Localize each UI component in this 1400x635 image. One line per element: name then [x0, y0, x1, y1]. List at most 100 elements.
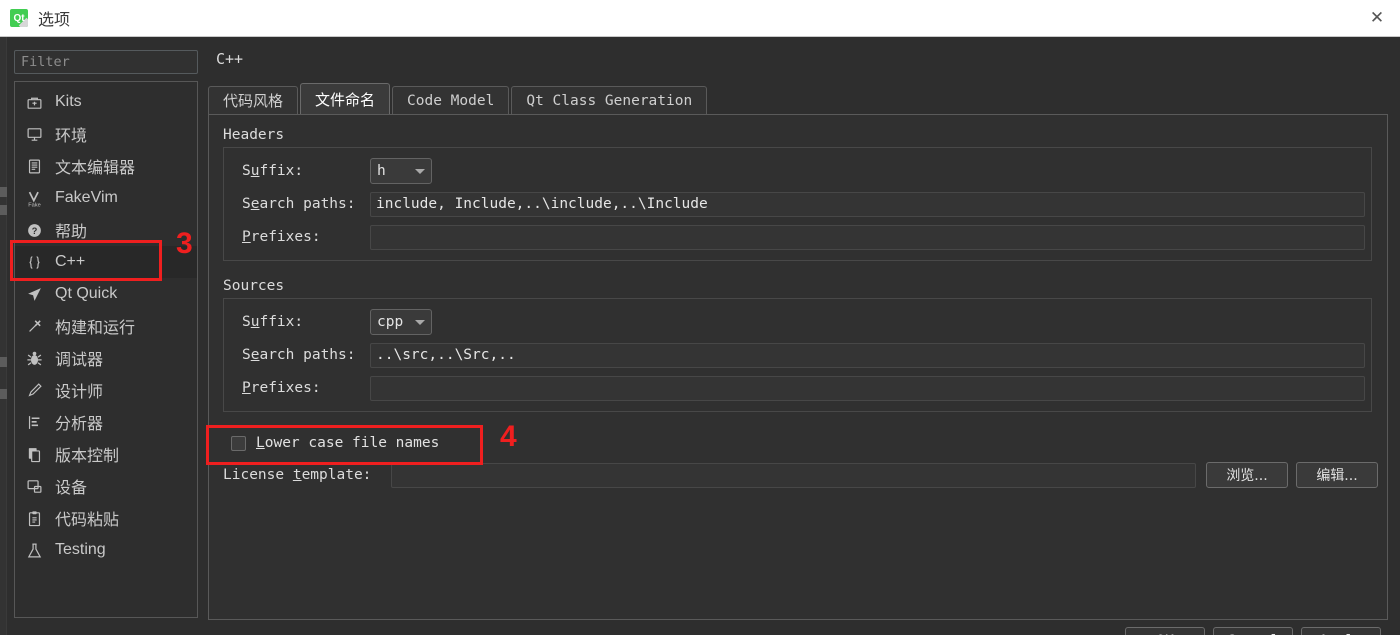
headers-suffix-label: Suffix:	[242, 163, 304, 179]
tab-bar: 代码风格 文件命名 Code Model Qt Class Generation	[208, 83, 709, 114]
chevron-down-icon	[415, 168, 425, 174]
bar-chart-icon	[22, 412, 46, 432]
sidebar-item-label: C++	[55, 253, 86, 270]
lower-case-file-names-checkbox[interactable]: Lower case file names	[231, 430, 439, 456]
sources-prefixes-input[interactable]	[370, 375, 1365, 401]
edit-button[interactable]: 编辑...	[1296, 462, 1378, 488]
headers-prefixes-input[interactable]	[370, 224, 1365, 250]
page-title: C++	[216, 50, 244, 68]
content-pane: C++ 代码风格 文件命名 Code Model Qt Class Generatio…	[206, 50, 1390, 620]
svg-text:?: ?	[31, 226, 37, 236]
headers-suffix-value: h	[377, 163, 386, 179]
checkbox-box-icon	[231, 435, 246, 451]
sidebar-item-[interactable]: 调试器	[15, 342, 197, 374]
pencil-icon	[22, 380, 46, 400]
sources-search-paths-label: Search paths:	[242, 347, 356, 363]
headers-suffix-row: Suffix: h	[224, 158, 1371, 184]
sidebar-item-label: 设备	[55, 480, 88, 497]
options-dialog: Qt 选项 ✕ Kits 环境文本编辑器 Fake FakeVim? 帮助 C++ Qt Q…	[0, 0, 1400, 635]
sidebar-item-label: 帮助	[55, 224, 88, 241]
help-question-icon: ?	[22, 220, 46, 240]
tab-3[interactable]: Code Model	[392, 86, 510, 114]
settings-category-list: Kits 环境 文本编辑器 Fake FakeVim? 帮助 C++ Qt Quick 构建和运…	[14, 81, 198, 618]
sidebar-item-label: FakeVim	[55, 189, 118, 206]
hammer-icon	[22, 316, 46, 336]
sidebar-item-label: Qt Quick	[55, 285, 118, 302]
qt-logo-text: Qt	[13, 12, 25, 24]
sidebar-item-kits[interactable]: Kits	[15, 86, 197, 118]
sources-suffix-label: Suffix:	[242, 314, 304, 330]
clipboard-icon	[22, 508, 46, 528]
headers-group-title: Headers	[223, 127, 285, 143]
copy-pages-icon	[22, 444, 46, 464]
sidebar-item-label: Testing	[55, 541, 106, 558]
sources-suffix-combobox[interactable]: cpp	[370, 309, 432, 335]
sidebar: Kits 环境文本编辑器 Fake FakeVim? 帮助 C++ Qt Quick 构建和运…	[14, 50, 198, 620]
title-bar: Qt 选项 ✕	[0, 0, 1400, 37]
sources-group: Sources Suffix: cpp Search paths: ..\src…	[223, 278, 1372, 412]
fakevim-icon: Fake	[22, 188, 46, 208]
sidebar-item-[interactable]: 设计师	[15, 374, 197, 406]
sidebar-item-label: 分析器	[55, 416, 104, 433]
close-icon[interactable]: ✕	[1354, 0, 1400, 36]
headers-suffix-combobox[interactable]: h	[370, 158, 432, 184]
tab-panel-file-naming: Headers Suffix: h Search paths: include,…	[208, 114, 1388, 620]
lower-case-file-names-label: Lower case file names	[256, 435, 440, 451]
tab-4[interactable]: Qt Class Generation	[511, 86, 708, 114]
sidebar-item-[interactable]: 版本控制	[15, 438, 197, 470]
kits-icon	[22, 92, 46, 112]
headers-prefixes-label: Prefixes:	[242, 229, 321, 245]
sidebar-item-[interactable]: 构建和运行	[15, 310, 197, 342]
sidebar-item-label: 版本控制	[55, 448, 120, 465]
sidebar-item-[interactable]: ? 帮助	[15, 214, 197, 246]
sidebar-item-label: 环境	[55, 128, 88, 145]
flask-icon	[22, 540, 46, 560]
license-template-input[interactable]	[391, 462, 1196, 488]
sidebar-item-label: 设计师	[55, 384, 104, 401]
sidebar-item-label: 文本编辑器	[55, 160, 136, 177]
sidebar-item-label: Kits	[55, 93, 82, 110]
dialog-button-box: OK Cancel Apply	[1125, 627, 1381, 635]
sources-group-title: Sources	[223, 278, 285, 294]
headers-group: Headers Suffix: h Search paths: include,…	[223, 127, 1372, 261]
headers-search-paths-row: Search paths:	[224, 191, 1371, 217]
qt-logo-icon: Qt	[10, 9, 28, 27]
sidebar-item-[interactable]: 分析器	[15, 406, 197, 438]
sidebar-item-c++[interactable]: C++	[15, 246, 197, 278]
device-screen-icon	[22, 476, 46, 496]
ok-button[interactable]: OK	[1125, 627, 1205, 635]
sidebar-item-[interactable]: 文本编辑器	[15, 150, 197, 182]
license-template-row: License template: 浏览... 编辑...	[223, 462, 1378, 488]
sidebar-item-testing[interactable]: Testing	[15, 534, 197, 566]
sources-search-paths-row: Search paths:	[224, 342, 1371, 368]
browse-button[interactable]: 浏览...	[1206, 462, 1288, 488]
sidebar-item-[interactable]: 设备	[15, 470, 197, 502]
sources-prefixes-row: Prefixes:	[224, 375, 1371, 401]
text-document-icon	[22, 156, 46, 176]
braces-icon	[22, 252, 46, 272]
paper-plane-icon	[22, 284, 46, 304]
chevron-down-icon	[415, 319, 425, 325]
sidebar-item-[interactable]: 环境	[15, 118, 197, 150]
sidebar-item-fakevim[interactable]: Fake FakeVim	[15, 182, 197, 214]
sources-prefixes-label: Prefixes:	[242, 380, 321, 396]
headers-search-paths-input[interactable]	[370, 191, 1365, 217]
headers-prefixes-row: Prefixes:	[224, 224, 1371, 250]
sidebar-item-[interactable]: 代码粘贴	[15, 502, 197, 534]
sidebar-item-label: 调试器	[55, 352, 104, 369]
tab-2[interactable]: 文件命名	[300, 83, 391, 114]
sources-search-paths-input[interactable]	[370, 342, 1365, 368]
dialog-body: Kits 环境文本编辑器 Fake FakeVim? 帮助 C++ Qt Quick 构建和运…	[0, 37, 1400, 635]
license-template-label: License template:	[223, 467, 372, 483]
headers-group-frame: Suffix: h Search paths: Prefixes:	[223, 147, 1372, 261]
sidebar-item-qt-quick[interactable]: Qt Quick	[15, 278, 197, 310]
tab-1[interactable]: 代码风格	[208, 86, 299, 114]
bug-icon	[22, 348, 46, 368]
cancel-button[interactable]: Cancel	[1213, 627, 1293, 635]
monitor-icon	[22, 124, 46, 144]
filter-input[interactable]	[14, 50, 198, 74]
sidebar-item-label: 代码粘贴	[55, 512, 120, 529]
sources-suffix-value: cpp	[377, 314, 404, 330]
apply-button[interactable]: Apply	[1301, 627, 1381, 635]
sources-group-frame: Suffix: cpp Search paths: Prefixes:	[223, 298, 1372, 412]
